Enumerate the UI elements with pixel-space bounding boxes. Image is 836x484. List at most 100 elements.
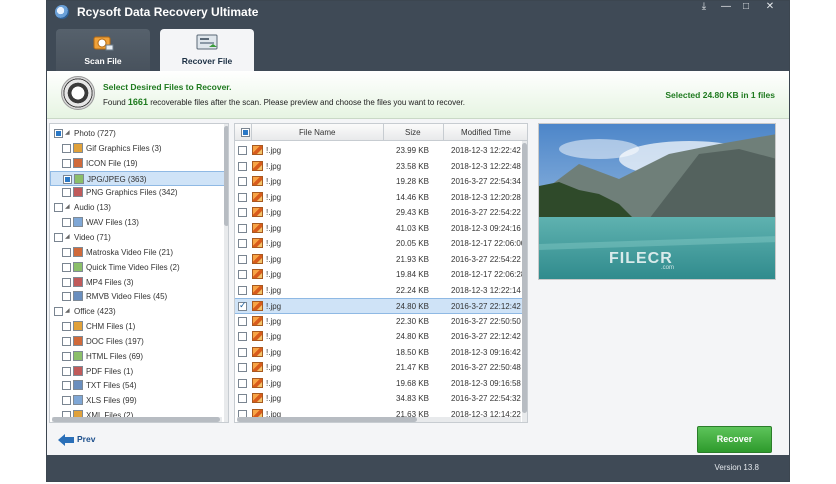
row-checkbox[interactable] bbox=[238, 161, 247, 171]
table-row[interactable]: !.jpg 22.30 KB 2016-3-27 22:50:50 bbox=[235, 314, 527, 330]
row-checkbox[interactable] bbox=[238, 192, 247, 202]
table-row[interactable]: !.jpg 18.50 KB 2018-12-3 09:16:42 bbox=[235, 345, 527, 361]
tree-item[interactable]: PNG Graphics Files (342) bbox=[50, 185, 226, 200]
table-row[interactable]: !.jpg 29.43 KB 2016-3-27 22:54:22 bbox=[235, 205, 527, 221]
row-checkbox[interactable] bbox=[238, 332, 247, 341]
tree-hscrollbar[interactable] bbox=[52, 417, 222, 422]
maximize-button[interactable]: □ bbox=[737, 1, 755, 15]
file-list-hscroll-thumb[interactable] bbox=[237, 417, 417, 422]
table-row[interactable]: !.jpg 23.99 KB 2018-12-3 12:22:42 bbox=[235, 143, 527, 159]
table-row[interactable]: !.jpg 21.93 KB 2016-3-27 22:54:22 bbox=[235, 252, 527, 268]
recover-button[interactable]: Recover bbox=[697, 426, 772, 453]
tree-item[interactable]: HTML Files (69) bbox=[50, 349, 226, 364]
row-checkbox[interactable] bbox=[238, 394, 247, 403]
table-row[interactable]: !.jpg 24.80 KB 2016-3-27 22:12:42 bbox=[235, 298, 527, 314]
tree-item-checkbox[interactable] bbox=[54, 129, 63, 138]
tree-item-checkbox[interactable] bbox=[62, 381, 71, 391]
tree-item[interactable]: XLS Files (99) bbox=[50, 393, 226, 408]
table-row[interactable]: !.jpg 21.47 KB 2016-3-27 22:50:48 bbox=[235, 360, 527, 376]
tree-item-checkbox[interactable] bbox=[54, 203, 63, 213]
file-time-cell: 2018-12-3 09:16:42 bbox=[451, 347, 521, 357]
file-list-hscrollbar[interactable] bbox=[237, 417, 521, 422]
prev-button[interactable]: Prev bbox=[58, 433, 108, 447]
row-checkbox[interactable] bbox=[238, 223, 247, 233]
tree-item-checkbox[interactable] bbox=[54, 307, 63, 317]
tree-item[interactable]: CHM Files (1) bbox=[50, 319, 226, 334]
table-row[interactable]: !.jpg 19.28 KB 2016-3-27 22:54:34 bbox=[235, 174, 527, 190]
tree-item-checkbox[interactable] bbox=[62, 336, 71, 346]
table-row[interactable]: !.jpg 20.05 KB 2018-12-17 22:06:00 bbox=[235, 236, 527, 252]
tree-item[interactable]: TXT Files (54) bbox=[50, 378, 226, 393]
tree-item[interactable]: MP4 Files (3) bbox=[50, 275, 226, 290]
row-checkbox[interactable] bbox=[238, 177, 247, 186]
table-row[interactable]: !.jpg 22.24 KB 2018-12-3 12:22:14 bbox=[235, 283, 527, 299]
tree-scrollbar[interactable] bbox=[224, 124, 228, 422]
tree-item[interactable]: RMVB Video Files (45) bbox=[50, 289, 226, 304]
tree-item[interactable]: ◢ Office (423) bbox=[50, 304, 226, 319]
table-row[interactable]: !.jpg 41.03 KB 2018-12-3 09:24:16 bbox=[235, 221, 527, 237]
tree-item[interactable]: Quick Time Video Files (2) bbox=[50, 260, 226, 275]
tree-item[interactable]: Gif Graphics Files (3) bbox=[50, 141, 226, 156]
title-bar: Rcysoft Data Recovery Ultimate ⤓ — □ ✕ S… bbox=[47, 1, 789, 71]
download-icon[interactable]: ⤓ bbox=[695, 1, 713, 15]
tree-item-checkbox[interactable] bbox=[62, 262, 71, 272]
column-file-name[interactable]: File Name bbox=[299, 128, 335, 137]
tree-item-checkbox[interactable] bbox=[63, 174, 72, 184]
row-checkbox[interactable] bbox=[238, 270, 247, 279]
column-modified-time[interactable]: Modified Time bbox=[461, 128, 511, 137]
tab-recover-file[interactable]: Recover File bbox=[160, 29, 254, 71]
tree-item[interactable]: ◢ Photo (727) bbox=[50, 126, 226, 141]
tree-item[interactable]: ◢ Video (71) bbox=[50, 230, 226, 245]
row-checkbox[interactable] bbox=[238, 208, 247, 217]
file-size-cell: 23.99 KB bbox=[396, 146, 429, 155]
tree-item-checkbox[interactable] bbox=[62, 277, 71, 287]
tree-item-checkbox[interactable] bbox=[62, 322, 71, 332]
table-row[interactable]: !.jpg 34.83 KB 2016-3-27 22:54:32 bbox=[235, 391, 527, 407]
row-checkbox[interactable] bbox=[238, 300, 247, 311]
table-row[interactable]: !.jpg 19.68 KB 2018-12-3 09:16:58 bbox=[235, 376, 527, 392]
row-checkbox[interactable] bbox=[238, 363, 247, 372]
row-checkbox[interactable] bbox=[238, 239, 247, 248]
tree-item[interactable]: PDF Files (1) bbox=[50, 364, 226, 379]
minimize-button[interactable]: — bbox=[717, 1, 735, 15]
row-checkbox[interactable] bbox=[238, 378, 247, 388]
tree-item-checkbox[interactable] bbox=[62, 351, 71, 361]
file-list-scroll-thumb[interactable] bbox=[522, 143, 527, 413]
tree-item[interactable]: Matroska Video File (21) bbox=[50, 245, 226, 260]
tree-item[interactable]: ◢ Audio (13) bbox=[50, 200, 226, 215]
tree-item-checkbox[interactable] bbox=[62, 218, 71, 228]
expand-triangle-icon[interactable]: ◢ bbox=[65, 304, 70, 319]
select-all-checkbox[interactable] bbox=[241, 128, 250, 137]
expand-triangle-icon[interactable]: ◢ bbox=[65, 200, 70, 215]
close-button[interactable]: ✕ bbox=[761, 1, 779, 15]
column-size[interactable]: Size bbox=[405, 128, 421, 137]
row-checkbox[interactable] bbox=[238, 316, 247, 326]
tree-item-checkbox[interactable] bbox=[62, 247, 71, 257]
tree-item-checkbox[interactable] bbox=[62, 158, 71, 168]
tree-item[interactable]: ICON File (19) bbox=[50, 156, 226, 171]
tree-item-checkbox[interactable] bbox=[62, 188, 71, 198]
table-row[interactable]: !.jpg 19.84 KB 2018-12-17 22:06:28 bbox=[235, 267, 527, 283]
tree-item-checkbox[interactable] bbox=[62, 292, 71, 302]
table-row[interactable]: !.jpg 23.58 KB 2018-12-3 12:22:48 bbox=[235, 159, 527, 175]
table-row[interactable]: !.jpg 14.46 KB 2018-12-3 12:20:28 bbox=[235, 190, 527, 206]
tree-item-checkbox[interactable] bbox=[62, 143, 71, 153]
tree-hscroll-thumb[interactable] bbox=[52, 417, 220, 422]
tree-item-checkbox[interactable] bbox=[54, 232, 63, 242]
tab-scan-file[interactable]: Scan File bbox=[56, 29, 150, 71]
row-checkbox[interactable] bbox=[238, 285, 247, 295]
row-checkbox[interactable] bbox=[238, 146, 247, 155]
tree-item[interactable]: DOC Files (197) bbox=[50, 334, 226, 349]
tree-item[interactable]: JPG/JPEG (363) bbox=[50, 170, 226, 186]
tree-item[interactable]: WAV Files (13) bbox=[50, 215, 226, 230]
tree-item-checkbox[interactable] bbox=[62, 396, 71, 406]
file-time-cell: 2016-3-27 22:50:50 bbox=[451, 316, 521, 326]
row-checkbox[interactable] bbox=[238, 347, 247, 357]
table-row[interactable]: !.jpg 24.80 KB 2016-3-27 22:12:42 bbox=[235, 329, 527, 345]
file-list-scrollbar[interactable] bbox=[522, 141, 527, 422]
expand-triangle-icon[interactable]: ◢ bbox=[65, 126, 70, 141]
expand-triangle-icon[interactable]: ◢ bbox=[65, 230, 70, 245]
tree-item-checkbox[interactable] bbox=[62, 366, 71, 376]
row-checkbox[interactable] bbox=[238, 254, 247, 264]
tree-scroll-thumb[interactable] bbox=[224, 126, 228, 226]
